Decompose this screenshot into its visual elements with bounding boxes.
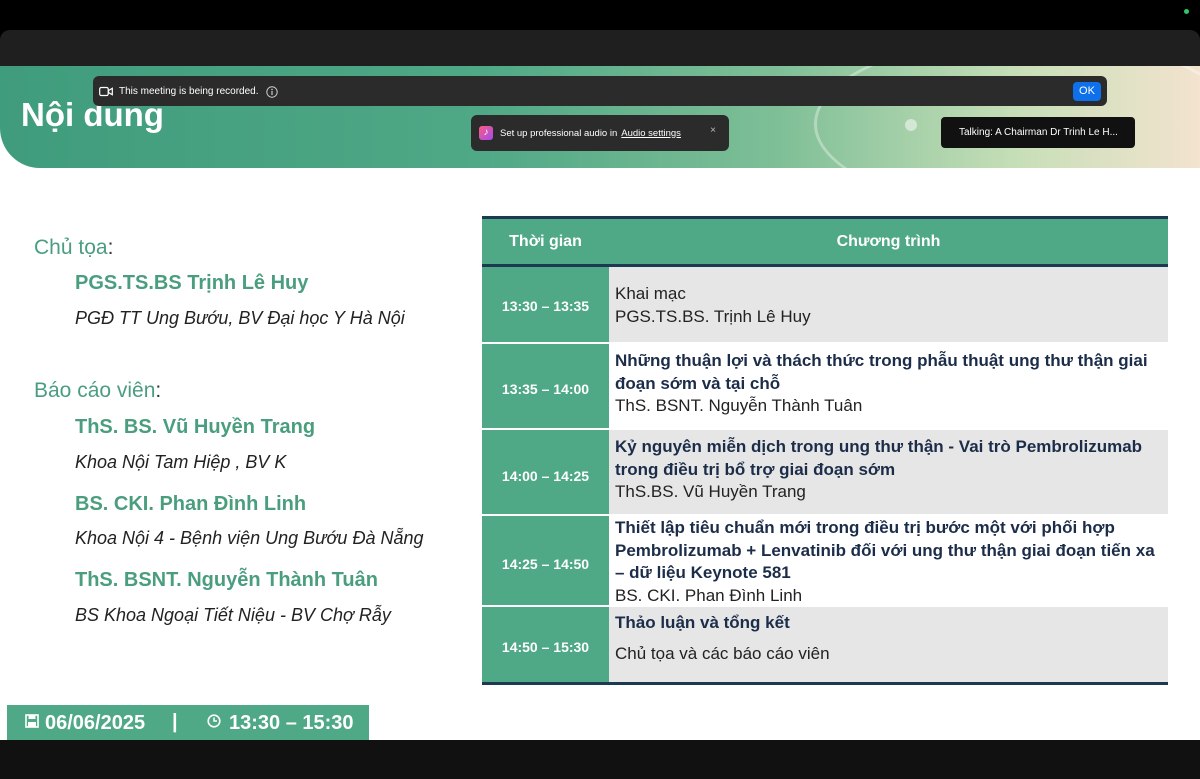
chair-affiliation: PGĐ TT Ung Bướu, BV Đại học Y Hà Nội xyxy=(75,308,405,328)
row-presenter: PGS.TS.BS. Trịnh Lê Huy xyxy=(615,306,811,326)
footer-separator: | xyxy=(172,711,178,733)
shared-slide: Nội dung Chủ tọa: PGS.TS.BS Trịnh Lê Huy… xyxy=(0,66,1200,740)
close-icon[interactable]: × xyxy=(710,125,716,136)
row-topic: Khai mạc xyxy=(615,284,686,303)
recording-camera-icon xyxy=(99,85,113,97)
chair-name: PGS.TS.BS Trịnh Lê Huy xyxy=(75,272,309,294)
music-app-icon: ♪ xyxy=(479,126,493,140)
row-time: 13:30 – 13:35 xyxy=(501,298,590,314)
ok-button[interactable]: OK xyxy=(1073,82,1101,101)
window-top-bar xyxy=(0,0,1200,30)
row-presenter: Chủ tọa và các báo cáo viên xyxy=(615,643,830,663)
table-row: Những thuận lợi và thách thức trong phẫu… xyxy=(609,344,1168,428)
row-presenter: BS. CKI. Phan Đình Linh xyxy=(615,585,803,605)
date-time-banner: 06/06/2025 | 13:30 – 15:30 xyxy=(7,705,369,740)
row-time: 14:25 – 14:50 xyxy=(501,556,590,572)
row-topic: Thảo luận và tổng kết xyxy=(615,613,790,632)
table-row: Thiết lập tiêu chuẩn mới trong điều trị … xyxy=(609,516,1168,605)
table-row: Khai mạc PGS.TS.BS. Trịnh Lê Huy xyxy=(609,267,1168,342)
speakers-label: Báo cáo viên: xyxy=(34,379,162,402)
meeting-bottom-strip xyxy=(0,740,1200,779)
row-time: 13:35 – 14:00 xyxy=(501,381,590,397)
header-dot xyxy=(905,119,917,131)
event-time: 13:30 – 15:30 xyxy=(229,712,354,734)
speaker-name: ThS. BSNT. Nguyễn Thành Tuân xyxy=(75,569,378,591)
row-topic: Thiết lập tiêu chuẩn mới trong điều trị … xyxy=(615,518,1155,582)
speaker-name: BS. CKI. Phan Đình Linh xyxy=(75,493,307,515)
table-row: Thảo luận và tổng kết Chủ tọa và các báo… xyxy=(609,607,1168,682)
chair-label: Chủ tọa: xyxy=(34,236,114,259)
info-icon[interactable] xyxy=(265,85,278,98)
row-time: 14:00 – 14:25 xyxy=(501,468,590,484)
speaker-affiliation: BS Khoa Ngoại Tiết Niệu - BV Chợ Rẫy xyxy=(75,605,391,625)
audio-settings-popup: ♪ Set up professional audio in Audio set… xyxy=(471,115,729,151)
recording-notification: This meeting is being recorded. OK xyxy=(93,76,1107,106)
clock-icon xyxy=(207,714,221,728)
table-bottom-border xyxy=(482,682,1168,685)
table-header: Thời gian Chương trình xyxy=(482,216,1168,267)
meeting-toolbar-strip xyxy=(0,30,1200,66)
row-presenter: ThS. BSNT. Nguyễn Thành Tuân xyxy=(615,396,863,415)
speaker-affiliation: Khoa Nội 4 - Bệnh viện Ung Bướu Đà Nẵng xyxy=(75,528,424,548)
table-row: Kỷ nguyên miễn dịch trong ung thư thận -… xyxy=(609,430,1168,514)
event-date: 06/06/2025 xyxy=(45,712,146,734)
header-time: Thời gian xyxy=(509,233,582,250)
row-time: 14:50 – 15:30 xyxy=(501,639,590,655)
audio-settings-link[interactable]: Audio settings xyxy=(621,128,681,139)
header-program: Chương trình xyxy=(836,233,941,250)
row-topic: Những thuận lợi và thách thức trong phẫu… xyxy=(615,351,1148,393)
speaker-name: ThS. BS. Vũ Huyền Trang xyxy=(75,416,316,438)
talking-indicator: Talking: A Chairman Dr Trinh Le H... xyxy=(941,117,1135,148)
row-presenter: ThS.BS. Vũ Huyền Trang xyxy=(615,482,806,501)
row-topic: Kỷ nguyên miễn dịch trong ung thư thận -… xyxy=(615,437,1143,479)
speaker-affiliation: Khoa Nội Tam Hiệp , BV K xyxy=(75,452,287,472)
calendar-icon xyxy=(25,714,39,728)
audio-popup-message: Set up professional audio in xyxy=(500,127,618,139)
recording-message: This meeting is being recorded. xyxy=(119,85,259,97)
status-dot xyxy=(1184,9,1189,14)
